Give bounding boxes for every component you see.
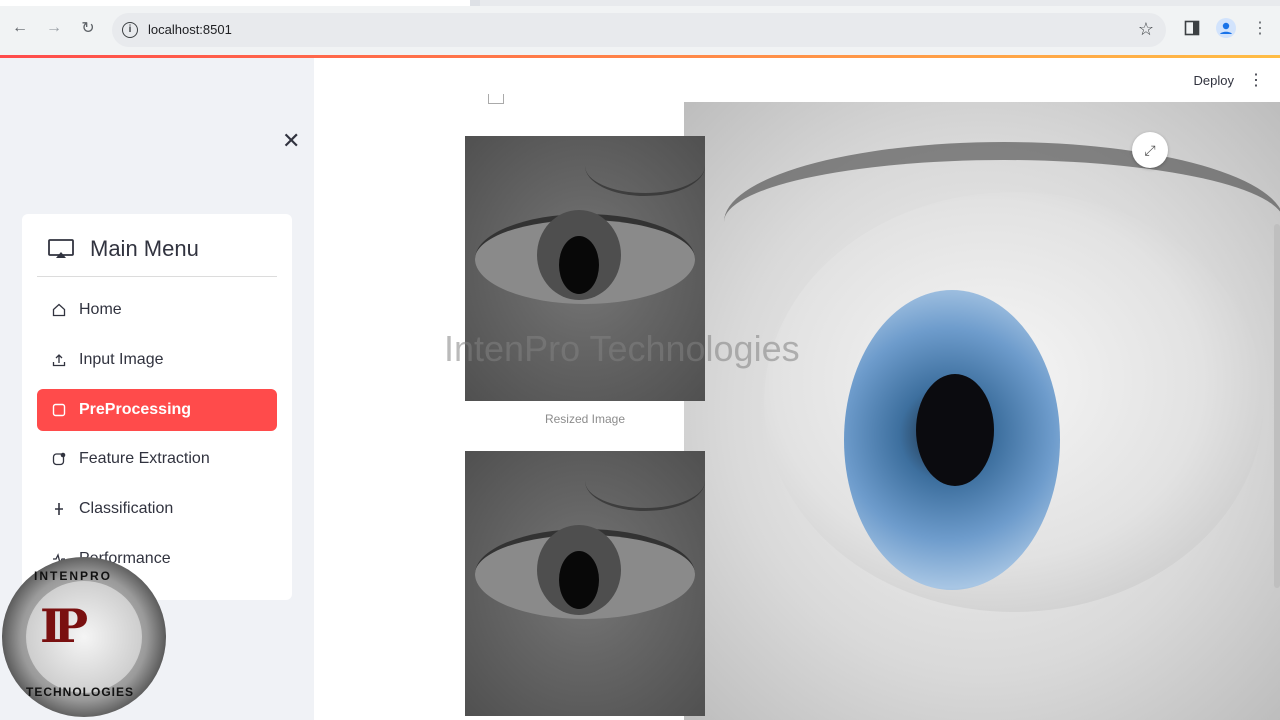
menu-item-label: Home <box>79 301 122 318</box>
checkbox-partial[interactable] <box>488 94 504 104</box>
menu-item-label: Classification <box>79 500 174 517</box>
watermark-text: IntenPro Technologies <box>444 328 800 369</box>
app-menu-icon[interactable]: ⋮ <box>1248 70 1264 90</box>
close-sidebar-icon[interactable]: ✕ <box>282 128 300 154</box>
house-icon <box>51 302 67 318</box>
menu-item-label: PreProcessing <box>79 401 192 418</box>
menu-item-classification[interactable]: Classification <box>37 488 277 530</box>
forward-icon[interactable]: → <box>42 16 66 40</box>
option-menu: Main Menu Home Input Image PreProcessing <box>22 214 292 600</box>
square-icon <box>51 402 67 418</box>
logo-ring-top-text: INTENPRO <box>34 569 113 583</box>
menu-item-input-image[interactable]: Input Image <box>37 339 277 381</box>
deploy-button[interactable]: Deploy <box>1194 73 1234 88</box>
menu-item-feature-extraction[interactable]: Feature Extraction <box>37 438 277 480</box>
scrollbar[interactable] <box>1274 224 1280 588</box>
site-info-icon[interactable]: i <box>122 22 138 38</box>
main-content: Deploy ⋮ Resized Image ⤢ IntenPro Techno… <box>314 58 1280 720</box>
menu-item-label: Input Image <box>79 351 164 368</box>
menu-item-label: Feature Extraction <box>79 450 210 467</box>
menu-divider <box>37 276 277 277</box>
image-caption: Resized Image <box>544 412 626 426</box>
intenpro-logo: INTENPRO IP TECHNOLOGIES <box>2 557 166 717</box>
url-text[interactable]: localhost:8501 <box>148 22 232 37</box>
browser-menu-icon[interactable]: ⋮ <box>1248 16 1272 40</box>
back-icon[interactable]: ← <box>8 16 32 40</box>
browser-toolbar: ← → ↻ i localhost:8501 ☆ ⋮ <box>0 0 1280 58</box>
menu-title: Main Menu <box>90 236 199 261</box>
side-panel-icon[interactable] <box>1180 16 1204 40</box>
menu-item-home[interactable]: Home <box>37 289 277 331</box>
bookmark-star-icon[interactable]: ☆ <box>1138 19 1154 40</box>
address-bar[interactable]: i localhost:8501 ☆ <box>112 13 1166 47</box>
tab-strip <box>0 0 1280 6</box>
badge-icon <box>51 451 67 467</box>
processed-eye-image <box>465 451 705 716</box>
background-eye-image <box>684 102 1280 720</box>
upload-icon <box>51 352 67 368</box>
profile-icon[interactable] <box>1214 16 1238 40</box>
menu-header: Main Menu <box>48 236 199 262</box>
reload-icon[interactable]: ↻ <box>76 16 100 40</box>
logo-ring-bottom-text: TECHNOLOGIES <box>26 685 135 699</box>
fullscreen-icon[interactable]: ⤢ <box>1132 132 1168 168</box>
cast-icon <box>48 239 74 258</box>
menu-item-preprocessing[interactable]: PreProcessing <box>37 389 277 431</box>
logo-letters: IP <box>40 599 88 653</box>
plus-minus-icon <box>51 501 67 517</box>
